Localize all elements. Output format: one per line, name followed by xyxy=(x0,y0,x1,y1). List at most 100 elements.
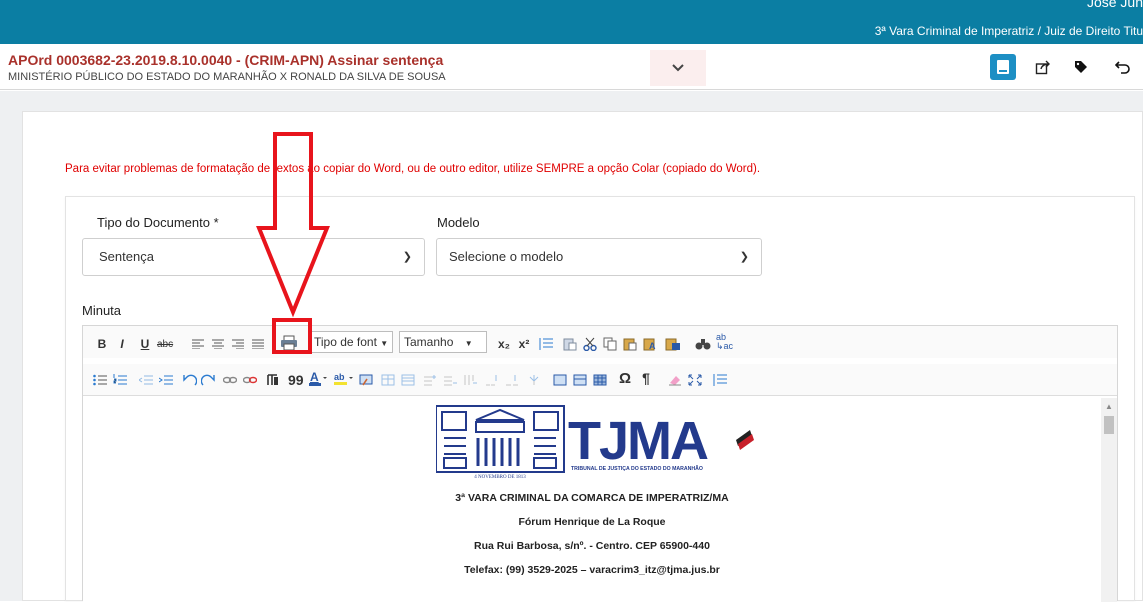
share-button[interactable] xyxy=(1030,54,1056,80)
chevron-down-icon: ❯ xyxy=(402,251,412,263)
numbered-list-button[interactable] xyxy=(113,370,127,390)
svg-text:ab: ab xyxy=(334,372,345,382)
table-properties-button[interactable] xyxy=(401,370,415,390)
doc-line-contact: Telefax: (99) 3529-2025 – varacrim3_itz@… xyxy=(464,564,720,576)
editor-scrollbar[interactable]: ▲ xyxy=(1101,398,1117,602)
remove-format-button[interactable] xyxy=(668,370,682,390)
scrollbar-thumb[interactable] xyxy=(1104,416,1114,434)
bullet-list-icon xyxy=(93,374,107,386)
process-title: APOrd 0003682-23.2019.8.10.0040 - (CRIM-… xyxy=(8,52,444,68)
undo-button[interactable] xyxy=(1110,54,1136,80)
highlight-color-icon: ab xyxy=(334,372,353,385)
tjma-logo: 4 NOVEMBRO DE 1813 TJMA TRIBUNAL DE JUST… xyxy=(436,405,754,480)
background-color-button[interactable]: ab xyxy=(333,368,355,388)
form-icon xyxy=(359,374,373,386)
row-insert-icon xyxy=(424,375,436,386)
bold-button[interactable]: B xyxy=(95,334,109,354)
paste-text-button[interactable] xyxy=(563,334,577,354)
table-a-button[interactable] xyxy=(553,370,567,390)
table-grid-icon xyxy=(593,374,607,386)
expand-details-button[interactable] xyxy=(650,50,706,86)
doc-line-court: 3ª VARA CRIMINAL DA COMARCA DE IMPERATRI… xyxy=(455,492,729,504)
document-button[interactable] xyxy=(990,54,1016,80)
paste-word-icon: A xyxy=(643,338,656,351)
justify-button[interactable] xyxy=(251,334,265,354)
show-formatting-button[interactable]: ¶ xyxy=(639,368,653,388)
align-left-button[interactable] xyxy=(191,334,205,354)
replace-button[interactable]: ab ↳ac xyxy=(716,332,733,352)
copy-icon xyxy=(603,337,617,351)
maximize-icon xyxy=(688,374,702,386)
modelo-label: Modelo xyxy=(437,215,480,230)
image-button[interactable] xyxy=(527,370,541,390)
cell-split-button[interactable] xyxy=(505,370,519,390)
tag-icon xyxy=(1075,61,1087,73)
minuta-label: Minuta xyxy=(82,303,122,318)
paste-button[interactable] xyxy=(623,334,637,354)
image-icon xyxy=(529,375,539,385)
document-body[interactable]: 4 NOVEMBRO DE 1813 TJMA TRIBUNAL DE JUST… xyxy=(83,398,1101,602)
subscript-button[interactable]: x₂ xyxy=(497,334,511,354)
table-b-button[interactable] xyxy=(573,370,587,390)
font-family-select[interactable]: Tipo de font ▼ xyxy=(309,331,393,353)
superscript-button[interactable]: x² xyxy=(517,334,531,354)
justify-icon xyxy=(252,339,264,349)
align-center-icon xyxy=(212,339,224,349)
scroll-up-icon[interactable]: ▲ xyxy=(1105,402,1113,411)
rich-text-editor: B I U abc Tipo de font ▼ Tamanho ▼ x₂ x²… xyxy=(82,325,1118,602)
bullet-list-button[interactable] xyxy=(93,370,107,390)
align-center-button[interactable] xyxy=(211,334,225,354)
underline-button[interactable]: U xyxy=(138,334,152,354)
tag-button[interactable] xyxy=(1068,54,1094,80)
column-insert-icon xyxy=(464,375,477,385)
strikethrough-button[interactable]: abc xyxy=(157,334,173,354)
svg-text:TRIBUNAL DE JUSTIÇA DO ESTADO: TRIBUNAL DE JUSTIÇA DO ESTADO DO MARANHÃ… xyxy=(571,465,703,472)
text-color-button[interactable]: A xyxy=(307,368,329,388)
paste-word-button[interactable]: A xyxy=(643,334,659,354)
line-spacing-button[interactable] xyxy=(539,334,553,354)
outdent-button[interactable] xyxy=(139,370,153,390)
table-c-button[interactable] xyxy=(593,370,607,390)
doc-line-forum: Fórum Henrique de La Roque xyxy=(518,516,666,528)
cell-merge-button[interactable] xyxy=(485,370,499,390)
row-insert-button[interactable] xyxy=(423,370,437,390)
link-button[interactable] xyxy=(223,370,237,390)
special-char-button[interactable]: Ω xyxy=(618,368,632,388)
indent-button[interactable] xyxy=(159,370,173,390)
line-spacing-icon xyxy=(539,338,553,350)
printer-icon xyxy=(281,335,297,351)
spacing-button[interactable] xyxy=(713,370,727,390)
clipboard-icon xyxy=(623,338,637,351)
undo-edit-button[interactable] xyxy=(183,370,197,390)
font-size-select[interactable]: Tamanho ▼ xyxy=(399,331,487,353)
cut-button[interactable] xyxy=(583,334,597,354)
top-bar: José Jun 3ª Vara Criminal de Imperatriz … xyxy=(0,0,1143,44)
line-spacing-icon xyxy=(713,374,727,386)
tipo-documento-select[interactable]: Sentença ❯ xyxy=(82,238,425,276)
table-grid-icon xyxy=(573,374,587,386)
copy-button[interactable] xyxy=(603,334,617,354)
form-button[interactable] xyxy=(359,370,373,390)
table-grid-icon xyxy=(553,374,567,386)
italic-button[interactable]: I xyxy=(115,334,129,354)
blockquote-button[interactable]: 99 xyxy=(288,370,304,390)
table-insert-button[interactable] xyxy=(381,370,395,390)
eraser-icon xyxy=(669,376,681,386)
editor-toolbar-row-2: 99 A ab Ω ¶ xyxy=(83,364,1117,396)
print-button[interactable] xyxy=(280,333,298,353)
modelo-select[interactable]: Selecione o modelo ❯ xyxy=(436,238,762,276)
column-insert-button[interactable] xyxy=(463,370,477,390)
undo-icon xyxy=(1115,61,1130,74)
unlink-button[interactable] xyxy=(243,370,257,390)
paste-special-button[interactable] xyxy=(665,334,681,354)
redo-edit-button[interactable] xyxy=(201,370,215,390)
find-button[interactable] xyxy=(695,334,711,354)
binoculars-icon xyxy=(695,339,711,350)
show-blocks-button[interactable] xyxy=(265,370,279,390)
modelo-value: Selecione o modelo xyxy=(449,249,564,264)
align-left-icon xyxy=(192,339,204,349)
maximize-button[interactable] xyxy=(688,370,702,390)
row-delete-button[interactable] xyxy=(443,370,457,390)
user-name[interactable]: José Jun xyxy=(1087,0,1143,10)
align-right-button[interactable] xyxy=(231,334,245,354)
